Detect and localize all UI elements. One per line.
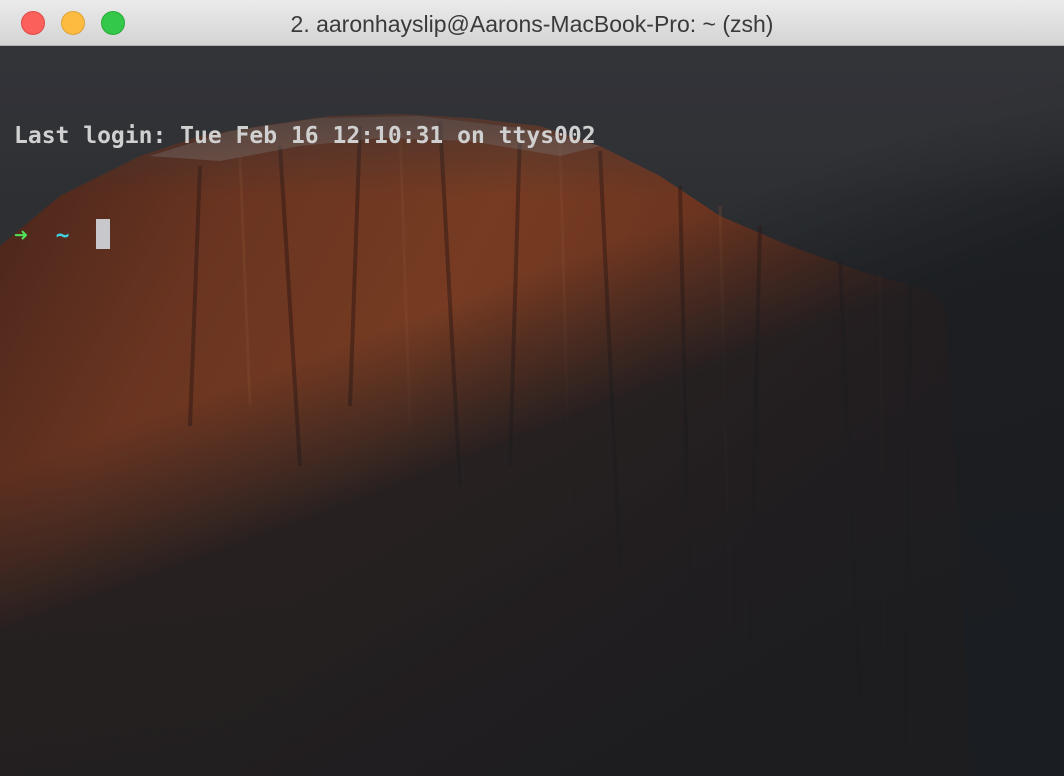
terminal-area[interactable]: Last login: Tue Feb 16 12:10:31 on ttys0… xyxy=(0,46,1064,776)
close-window-button[interactable] xyxy=(21,11,45,35)
prompt-line[interactable]: ➜ ~ xyxy=(14,219,596,252)
prompt-directory: ~ xyxy=(55,223,70,249)
last-login-line: Last login: Tue Feb 16 12:10:31 on ttys0… xyxy=(14,123,596,149)
text-cursor xyxy=(96,219,111,249)
terminal-window: 2. aaronhayslip@Aarons-MacBook-Pro: ~ (z… xyxy=(0,0,1064,776)
minimize-window-button[interactable] xyxy=(61,11,85,35)
title-bar[interactable]: 2. aaronhayslip@Aarons-MacBook-Pro: ~ (z… xyxy=(0,0,1064,46)
window-title: 2. aaronhayslip@Aarons-MacBook-Pro: ~ (z… xyxy=(290,11,774,37)
prompt-arrow-icon: ➜ xyxy=(14,223,28,249)
terminal-output[interactable]: Last login: Tue Feb 16 12:10:31 on ttys0… xyxy=(14,54,596,318)
maximize-window-button[interactable] xyxy=(101,11,125,35)
